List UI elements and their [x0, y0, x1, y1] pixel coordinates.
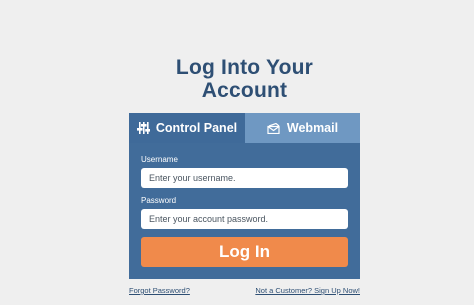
page-title: Log Into Your Account [0, 56, 474, 102]
forgot-password-link[interactable]: Forgot Password? [129, 286, 190, 295]
password-input[interactable] [141, 209, 348, 229]
signup-link[interactable]: Not a Customer? Sign Up Now! [255, 286, 360, 295]
tab-control-panel[interactable]: Control Panel [129, 113, 245, 143]
login-panel: Control Panel Webmail Username Password … [129, 113, 360, 279]
login-tabs: Control Panel Webmail [129, 113, 360, 143]
username-label: Username [141, 155, 178, 164]
envelope-icon [267, 122, 281, 134]
password-label: Password [141, 196, 177, 205]
tab-webmail-label: Webmail [286, 121, 339, 135]
login-button[interactable]: Log In [141, 237, 348, 267]
login-page: Log Into Your Account Control Panel Webm… [0, 0, 474, 305]
username-input[interactable] [141, 168, 348, 188]
tab-control-panel-label: Control Panel [155, 121, 238, 135]
page-title-text: Log Into Your Account [175, 56, 314, 102]
tab-webmail[interactable]: Webmail [245, 113, 360, 143]
sliders-icon [136, 122, 150, 134]
